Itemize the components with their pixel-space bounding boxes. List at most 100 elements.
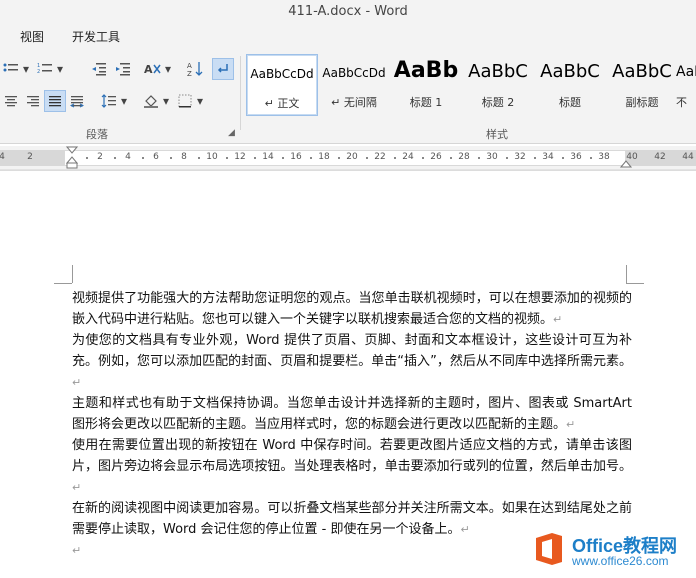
style-sample: AaBbC <box>468 61 528 82</box>
paragraph[interactable]: 使用在需要位置出现的新按钮在 Word 中保存时间。若要更改图片适应文档的方式，… <box>72 435 632 498</box>
chevron-down-icon[interactable]: ▾ <box>160 90 172 112</box>
ruler-tick-label: 4 <box>0 152 5 162</box>
styles-gallery: AaBbCcDd ↵ 正文 AaBbCcDd ↵ 无间隔 AaBb 标题 1 A… <box>244 54 696 118</box>
right-indent-marker-icon[interactable] <box>620 156 632 168</box>
borders-icon[interactable] <box>174 90 196 112</box>
ruler-tick-mark <box>422 157 424 159</box>
office-logo-icon <box>536 533 562 565</box>
ruler-tick-mark <box>142 157 144 159</box>
ruler-tick-label: 8 <box>181 152 187 162</box>
style-sample: AaBb <box>393 58 459 83</box>
style-sample: AaB <box>676 64 696 80</box>
svg-text:Z: Z <box>187 70 192 77</box>
paragraph[interactable]: 为使您的文档具有专业外观，Word 提供了页眉、页脚、封面和文本框设计，这些设计… <box>72 330 632 393</box>
ruler-tick-mark <box>590 157 592 159</box>
style-normal[interactable]: AaBbCcDd ↵ 正文 <box>246 54 318 116</box>
chevron-down-icon[interactable]: ▾ <box>20 58 32 80</box>
paragraph[interactable]: 视频提供了功能强大的方法帮助您证明您的观点。当您单击联机视频时，可以在想要添加的… <box>72 288 632 330</box>
watermark-logo: Office教程网 www.office26.com <box>530 520 696 578</box>
ruler-tick-mark <box>338 157 340 159</box>
numbering-icon[interactable]: 12 <box>34 58 56 80</box>
ruler-tick-mark <box>170 157 172 159</box>
ribbon: ▾ 12 ▾ A ▾ AZ ▾ ▾ ▾ 段落 ◢ AaBbCcDd ↵ 正文 A… <box>0 48 696 144</box>
sort-icon[interactable]: AZ <box>184 58 206 80</box>
increase-indent-icon[interactable] <box>112 58 134 80</box>
style-heading-1[interactable]: AaBb 标题 1 <box>390 54 462 116</box>
paragraph-row-1: ▾ 12 ▾ A ▾ AZ <box>0 58 240 86</box>
tab-view[interactable]: 视图 <box>20 28 44 45</box>
style-name: 标题 1 <box>409 96 443 109</box>
ruler-tick-label: 4 <box>125 152 131 162</box>
style-name: ↵ 正文 <box>264 97 300 110</box>
chevron-down-icon[interactable]: ▾ <box>194 90 206 112</box>
tab-developer[interactable]: 开发工具 <box>72 28 120 45</box>
ruler-tick-label: 36 <box>570 152 582 162</box>
paragraph-row-2: ▾ ▾ ▾ <box>0 90 240 118</box>
justify-icon[interactable] <box>44 90 66 112</box>
styles-group-label: 样式 <box>486 128 508 141</box>
chevron-down-icon[interactable]: ▾ <box>54 58 66 80</box>
bullets-icon[interactable] <box>0 58 22 80</box>
style-subtitle[interactable]: AaBbC 副标题 <box>606 54 678 116</box>
ruler-tick-mark <box>114 157 116 159</box>
ruler-tick-mark <box>478 157 480 159</box>
watermark-site: www.office26.com <box>572 554 669 568</box>
style-sample: AaBbC <box>612 61 672 82</box>
style-sample: AaBbCcDd <box>322 66 386 80</box>
ruler-tick-mark <box>394 157 396 159</box>
svg-text:2: 2 <box>37 69 40 75</box>
ruler-tick-label: 30 <box>486 152 498 162</box>
ruler-tick-mark <box>366 157 368 159</box>
chevron-down-icon[interactable]: ▾ <box>162 58 174 80</box>
indent-marker-icon[interactable] <box>66 146 78 170</box>
line-spacing-icon[interactable] <box>98 90 120 112</box>
style-sample: AaBbCcDd <box>250 67 314 81</box>
paragraph[interactable]: 主题和样式也有助于文档保持协调。当您单击设计并选择新的主题时，图片、图表或 Sm… <box>72 393 632 435</box>
ruler-tick-mark <box>506 157 508 159</box>
corner-mark <box>626 265 627 283</box>
title-bar: 411-A.docx - Word <box>0 0 696 24</box>
style-name: 标题 2 <box>481 96 515 109</box>
ruler-tick-label: 24 <box>402 152 414 162</box>
style-name: ↵ 无间隔 <box>331 96 377 109</box>
corner-mark <box>72 265 73 283</box>
ruler-tick-label: 14 <box>262 152 274 162</box>
ruler-tick-mark <box>198 157 200 159</box>
ruler-tick-label: 2 <box>27 152 33 162</box>
style-name: 标题 <box>559 96 581 109</box>
group-separator <box>240 56 241 130</box>
distributed-icon[interactable] <box>66 90 88 112</box>
asian-layout-icon[interactable]: A <box>142 58 164 80</box>
window-title: 411-A.docx - Word <box>288 4 408 19</box>
style-heading-2[interactable]: AaBbC 标题 2 <box>462 54 534 116</box>
ruler-tick-mark <box>450 157 452 159</box>
ruler-tick-label: 10 <box>206 152 218 162</box>
ruler-tick-label: 20 <box>346 152 358 162</box>
ruler-tick-label: 12 <box>234 152 246 162</box>
decrease-indent-icon[interactable] <box>88 58 110 80</box>
corner-mark <box>54 283 72 284</box>
align-center-icon[interactable] <box>0 90 22 112</box>
ruler-tick-label: 32 <box>514 152 526 162</box>
ruler-tick-label: 18 <box>318 152 330 162</box>
horizontal-ruler[interactable]: 4 2 2 4 6 8 10 12 14 16 18 20 22 24 26 28 30 32 34 36 38 40 42… <box>0 146 696 170</box>
ruler-tick-label: 26 <box>430 152 442 162</box>
ruler-tick-label: 2 <box>97 152 103 162</box>
chevron-down-icon[interactable]: ▾ <box>118 90 130 112</box>
style-more[interactable]: AaB 不 <box>676 54 696 116</box>
shading-icon[interactable] <box>140 90 162 112</box>
ruler-tick-mark <box>226 157 228 159</box>
ruler-tick-label: 22 <box>374 152 386 162</box>
align-right-icon[interactable] <box>22 90 44 112</box>
ribbon-tabs: 视图 开发工具 <box>0 24 696 48</box>
ruler-tick-label: 16 <box>290 152 302 162</box>
ruler-tick-mark <box>254 157 256 159</box>
dialog-launcher-icon[interactable]: ◢ <box>228 128 235 138</box>
style-name: 副标题 <box>625 96 659 109</box>
ruler-tick-label: 6 <box>153 152 159 162</box>
ruler-tick-mark <box>282 157 284 159</box>
style-no-spacing[interactable]: AaBbCcDd ↵ 无间隔 <box>318 54 390 116</box>
show-marks-icon[interactable] <box>212 58 234 80</box>
style-title[interactable]: AaBbC 标题 <box>534 54 606 116</box>
ruler-tick-label: 44 <box>682 152 694 162</box>
